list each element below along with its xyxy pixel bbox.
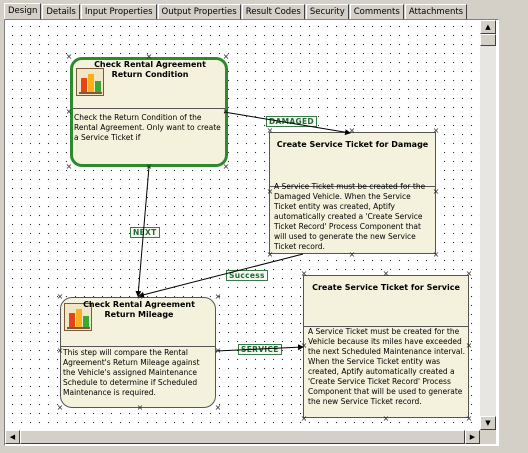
connector-service (215, 344, 304, 352)
connector-lines (135, 111, 351, 352)
x-handle-icon[interactable]: × (266, 251, 274, 259)
x-handle-icon[interactable]: × (214, 347, 222, 355)
x-handle-icon[interactable]: × (465, 270, 473, 278)
tab-result-codes[interactable]: Result Codes (241, 4, 305, 20)
vertical-scroll-thumb[interactable] (480, 34, 496, 46)
x-handle-icon[interactable]: × (145, 53, 153, 61)
x-handle-icon[interactable]: × (56, 293, 64, 301)
tab-comments[interactable]: Comments (349, 4, 404, 20)
x-handle-icon[interactable]: × (382, 270, 390, 278)
process-flow-designer: Design Details Input Properties Output P… (0, 0, 528, 453)
x-handle-icon[interactable]: × (266, 127, 274, 135)
x-handle-icon[interactable]: × (56, 347, 64, 355)
tab-output-properties[interactable]: Output Properties (157, 4, 241, 20)
x-handle-icon[interactable]: × (348, 251, 356, 259)
tab-strip: Design Details Input Properties Output P… (4, 3, 468, 20)
x-handle-icon[interactable]: × (300, 342, 308, 350)
tab-design[interactable]: Design (4, 3, 42, 20)
scroll-up-icon[interactable]: ▲ (480, 20, 496, 34)
x-handle-icon[interactable]: × (136, 404, 144, 412)
x-handle-icon[interactable]: × (222, 53, 230, 61)
x-handle-icon[interactable]: × (432, 127, 440, 135)
x-handle-icon[interactable]: × (432, 188, 440, 196)
connector-success (138, 253, 304, 298)
tab-security[interactable]: Security (305, 4, 349, 20)
tab-input-properties[interactable]: Input Properties (80, 4, 157, 20)
horizontal-scrollbar[interactable]: ◀ ▶ (5, 430, 480, 444)
x-handle-icon[interactable]: × (348, 127, 356, 135)
tab-details[interactable]: Details (42, 4, 80, 20)
x-handle-icon[interactable]: × (56, 404, 64, 412)
tab-attachments[interactable]: Attachments (404, 4, 468, 20)
scroll-left-icon[interactable]: ◀ (5, 430, 20, 444)
x-handle-icon[interactable]: × (65, 108, 73, 116)
x-handle-icon[interactable]: × (214, 293, 222, 301)
x-handle-icon[interactable]: × (222, 108, 230, 116)
x-handle-icon[interactable]: × (65, 163, 73, 171)
connector-next (135, 166, 150, 297)
x-handle-icon[interactable]: × (465, 415, 473, 423)
x-handle-icon[interactable]: × (266, 188, 274, 196)
x-handle-icon[interactable]: × (300, 270, 308, 278)
x-handle-icon[interactable]: × (300, 415, 308, 423)
x-handle-icon[interactable]: × (432, 251, 440, 259)
x-handle-icon[interactable]: × (65, 53, 73, 61)
x-handle-icon[interactable]: × (222, 163, 230, 171)
x-handle-icon[interactable]: × (145, 163, 153, 171)
x-handle-icon[interactable]: × (465, 342, 473, 350)
connector-damaged (223, 111, 351, 136)
x-handle-icon[interactable]: × (382, 415, 390, 423)
x-handle-icon[interactable]: × (214, 404, 222, 412)
x-handle-icon[interactable]: × (136, 293, 144, 301)
horizontal-scroll-thumb[interactable] (20, 430, 465, 444)
scroll-right-icon[interactable]: ▶ (465, 430, 480, 444)
scrollbar-corner (480, 430, 496, 444)
vertical-scrollbar[interactable]: ▲ ▼ (480, 20, 496, 430)
scroll-down-icon[interactable]: ▼ (480, 416, 496, 430)
